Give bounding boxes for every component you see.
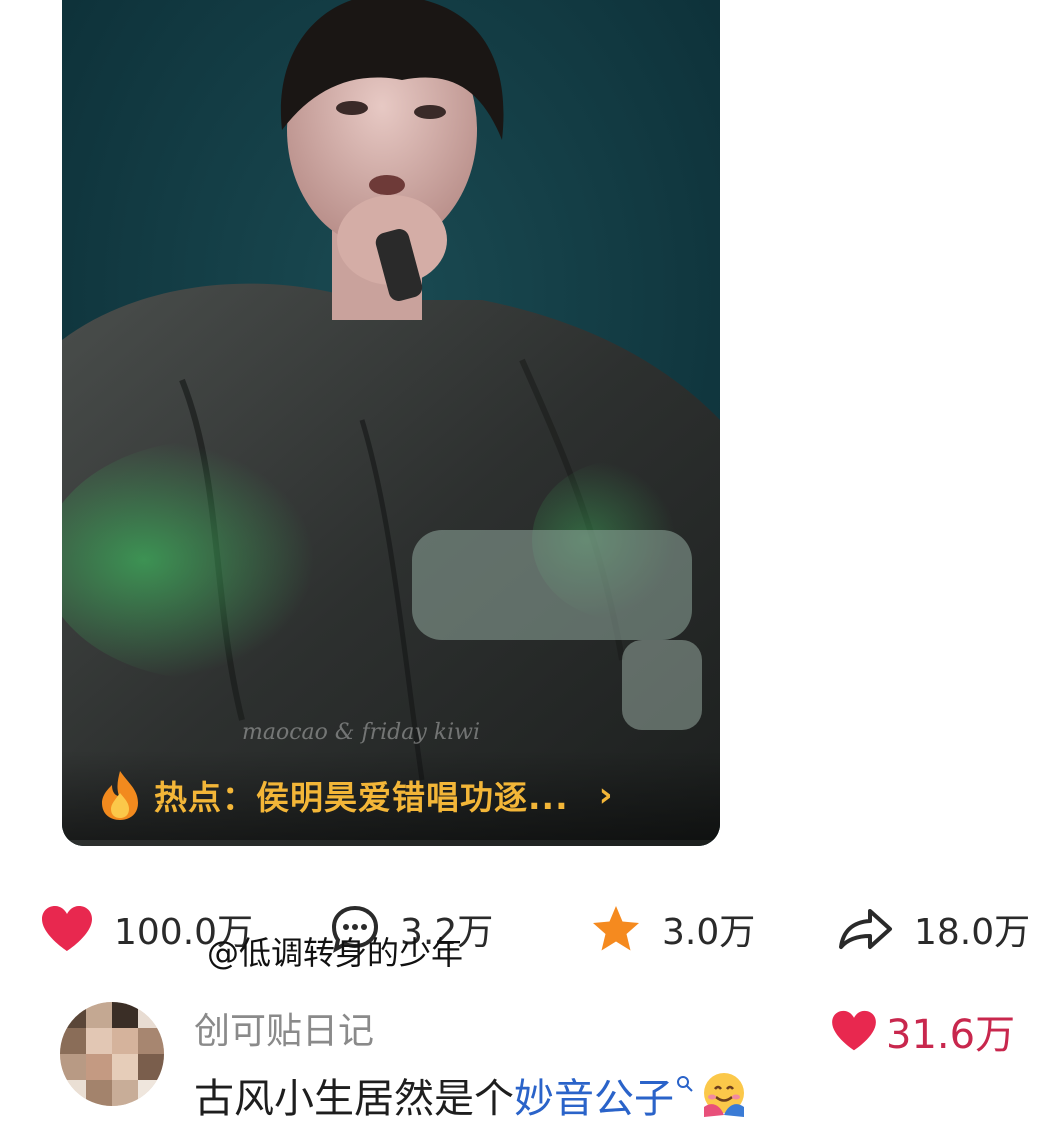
comment-username[interactable]: 创可贴日记	[194, 1002, 374, 1054]
search-icon[interactable]	[676, 1075, 694, 1093]
comment-body: 古风小生居然是个 妙音公子	[194, 1066, 750, 1124]
mention-text[interactable]: @低调转身的少年	[207, 928, 463, 974]
comment-like-count: 31.6万	[886, 1012, 1016, 1058]
star-icon	[593, 906, 639, 951]
heart-icon	[832, 1010, 876, 1051]
engagement-stats: 100.0万 3.2万 3.0万 18.0万	[0, 894, 1057, 964]
share-button[interactable]: 18.0万	[838, 894, 1030, 964]
comment-like-button[interactable]: 31.6万	[830, 1002, 1015, 1060]
comment-search-link[interactable]: 妙音公子	[514, 1066, 674, 1124]
fire-icon	[102, 771, 138, 820]
pixelated-avatar-image	[60, 1002, 164, 1106]
avatar[interactable]	[60, 1002, 164, 1106]
hug-emoji-icon	[704, 1073, 744, 1117]
favorite-count: 3.0万	[662, 912, 756, 953]
top-comment: 创可贴日记 古风小生居然是个 妙音公子 31.6万	[0, 990, 1057, 1136]
chevron-right-icon: ›	[598, 775, 613, 815]
favorite-button[interactable]: 3.0万	[590, 894, 755, 964]
hot-topic-bar[interactable]: 热点：侯明昊爱错唱功逐... ›	[62, 750, 720, 840]
comment-text: 古风小生居然是个	[194, 1076, 514, 1122]
share-count: 18.0万	[914, 912, 1031, 953]
hot-topic-text: 热点：侯明昊爱错唱功逐...	[154, 778, 569, 817]
video-player[interactable]: maocao & friday kiwi 热点：侯明昊爱错唱功逐... ›	[62, 0, 720, 846]
post-detail-page: maocao & friday kiwi 热点：侯明昊爱错唱功逐... › 10…	[0, 0, 1057, 1136]
share-arrow-icon	[839, 909, 892, 949]
heart-icon	[42, 906, 92, 951]
video-watermark: maocao & friday kiwi	[242, 720, 481, 745]
